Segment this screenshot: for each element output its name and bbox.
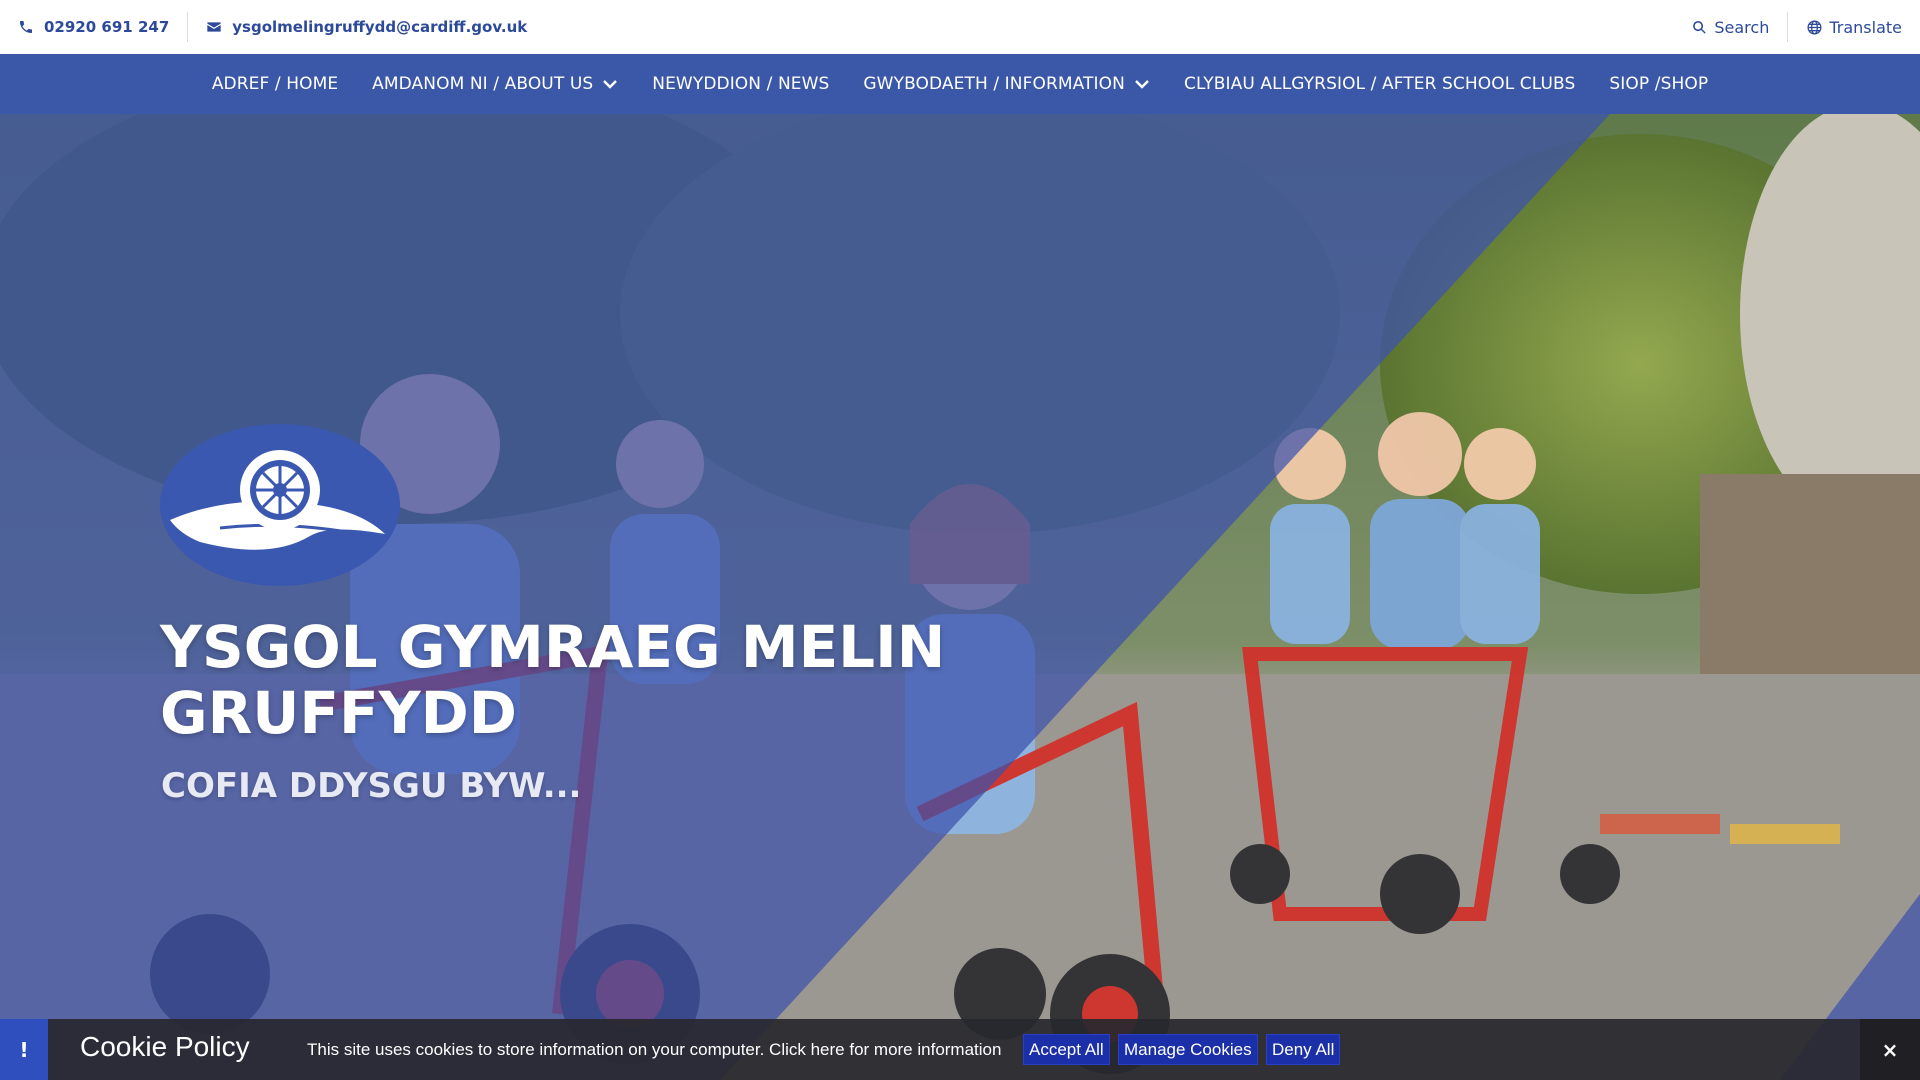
- search-icon: [1693, 20, 1707, 34]
- hero-photo: [0, 114, 1920, 1080]
- school-crest-logo[interactable]: [160, 424, 400, 586]
- hero-banner: YSGOL GYMRAEG MELIN GRUFFYDD COFIA DDYSG…: [0, 114, 1920, 1080]
- deny-all-button[interactable]: Deny All: [1266, 1034, 1341, 1065]
- nav-item-clubs[interactable]: CLYBIAU ALLGYRSIOL / AFTER SCHOOL CLUBS: [1184, 74, 1575, 94]
- email-link[interactable]: ysgolmelingruffydd@cardiff.gov.uk: [206, 18, 527, 36]
- accept-all-button[interactable]: Accept All: [1023, 1034, 1110, 1065]
- nav-item-label: GWYBODAETH / INFORMATION: [863, 74, 1125, 94]
- envelope-icon: [207, 22, 221, 32]
- nav-item-label: NEWYDDION / NEWS: [652, 74, 830, 94]
- nav-item-home[interactable]: ADREF / HOME: [212, 74, 338, 94]
- chevron-down-icon: [1135, 80, 1149, 89]
- email-address: ysgolmelingruffydd@cardiff.gov.uk: [232, 18, 528, 36]
- cookie-policy-title: Cookie Policy: [80, 1031, 250, 1062]
- divider: [1787, 12, 1789, 42]
- chevron-down-icon: [603, 80, 618, 89]
- translate-label: Translate: [1829, 17, 1902, 37]
- nav-item-information[interactable]: GWYBODAETH / INFORMATION: [863, 74, 1150, 94]
- phone-icon: [20, 21, 32, 33]
- nav-item-about[interactable]: AMDANOM NI / ABOUT US: [372, 74, 618, 94]
- nav-item-label: CLYBIAU ALLGYRSIOL / AFTER SCHOOL CLUBS: [1183, 74, 1576, 94]
- search-label: Search: [1714, 17, 1770, 37]
- main-navigation: ADREF / HOME AMDANOM NI / ABOUT US NEWYD…: [0, 54, 1920, 114]
- cookie-info-link[interactable]: This site uses cookies to store informat…: [307, 1040, 1001, 1060]
- school-motto: COFIA DDYSGU BYW...: [161, 766, 582, 806]
- utility-links: Search Translate: [1691, 0, 1920, 54]
- globe-icon: [1807, 19, 1822, 35]
- nav-item-news[interactable]: NEWYDDION / NEWS: [652, 74, 829, 94]
- phone-link[interactable]: 02920 691 247: [18, 18, 169, 36]
- top-contact-bar: 02920 691 247 ysgolmelingruffydd@cardiff…: [0, 0, 1920, 54]
- search-button[interactable]: Search: [1691, 18, 1769, 37]
- translate-button[interactable]: Translate: [1806, 18, 1902, 37]
- nav-item-shop[interactable]: SIOP /SHOP: [1609, 74, 1708, 94]
- nav-item-label: SIOP /SHOP: [1609, 74, 1709, 94]
- alert-icon[interactable]: !: [0, 1019, 48, 1080]
- close-icon[interactable]: ×: [1860, 1019, 1920, 1080]
- divider: [187, 12, 189, 42]
- nav-item-label: AMDANOM NI / ABOUT US: [372, 74, 594, 94]
- nav-item-label: ADREF / HOME: [211, 74, 339, 94]
- school-name-heading: YSGOL GYMRAEG MELIN GRUFFYDD: [160, 613, 946, 747]
- manage-cookies-button[interactable]: Manage Cookies: [1118, 1034, 1258, 1065]
- contact-info: 02920 691 247 ysgolmelingruffydd@cardiff…: [0, 0, 527, 54]
- phone-number: 02920 691 247: [44, 18, 170, 36]
- cookie-banner: ! Cookie Policy This site uses cookies t…: [0, 1019, 1920, 1080]
